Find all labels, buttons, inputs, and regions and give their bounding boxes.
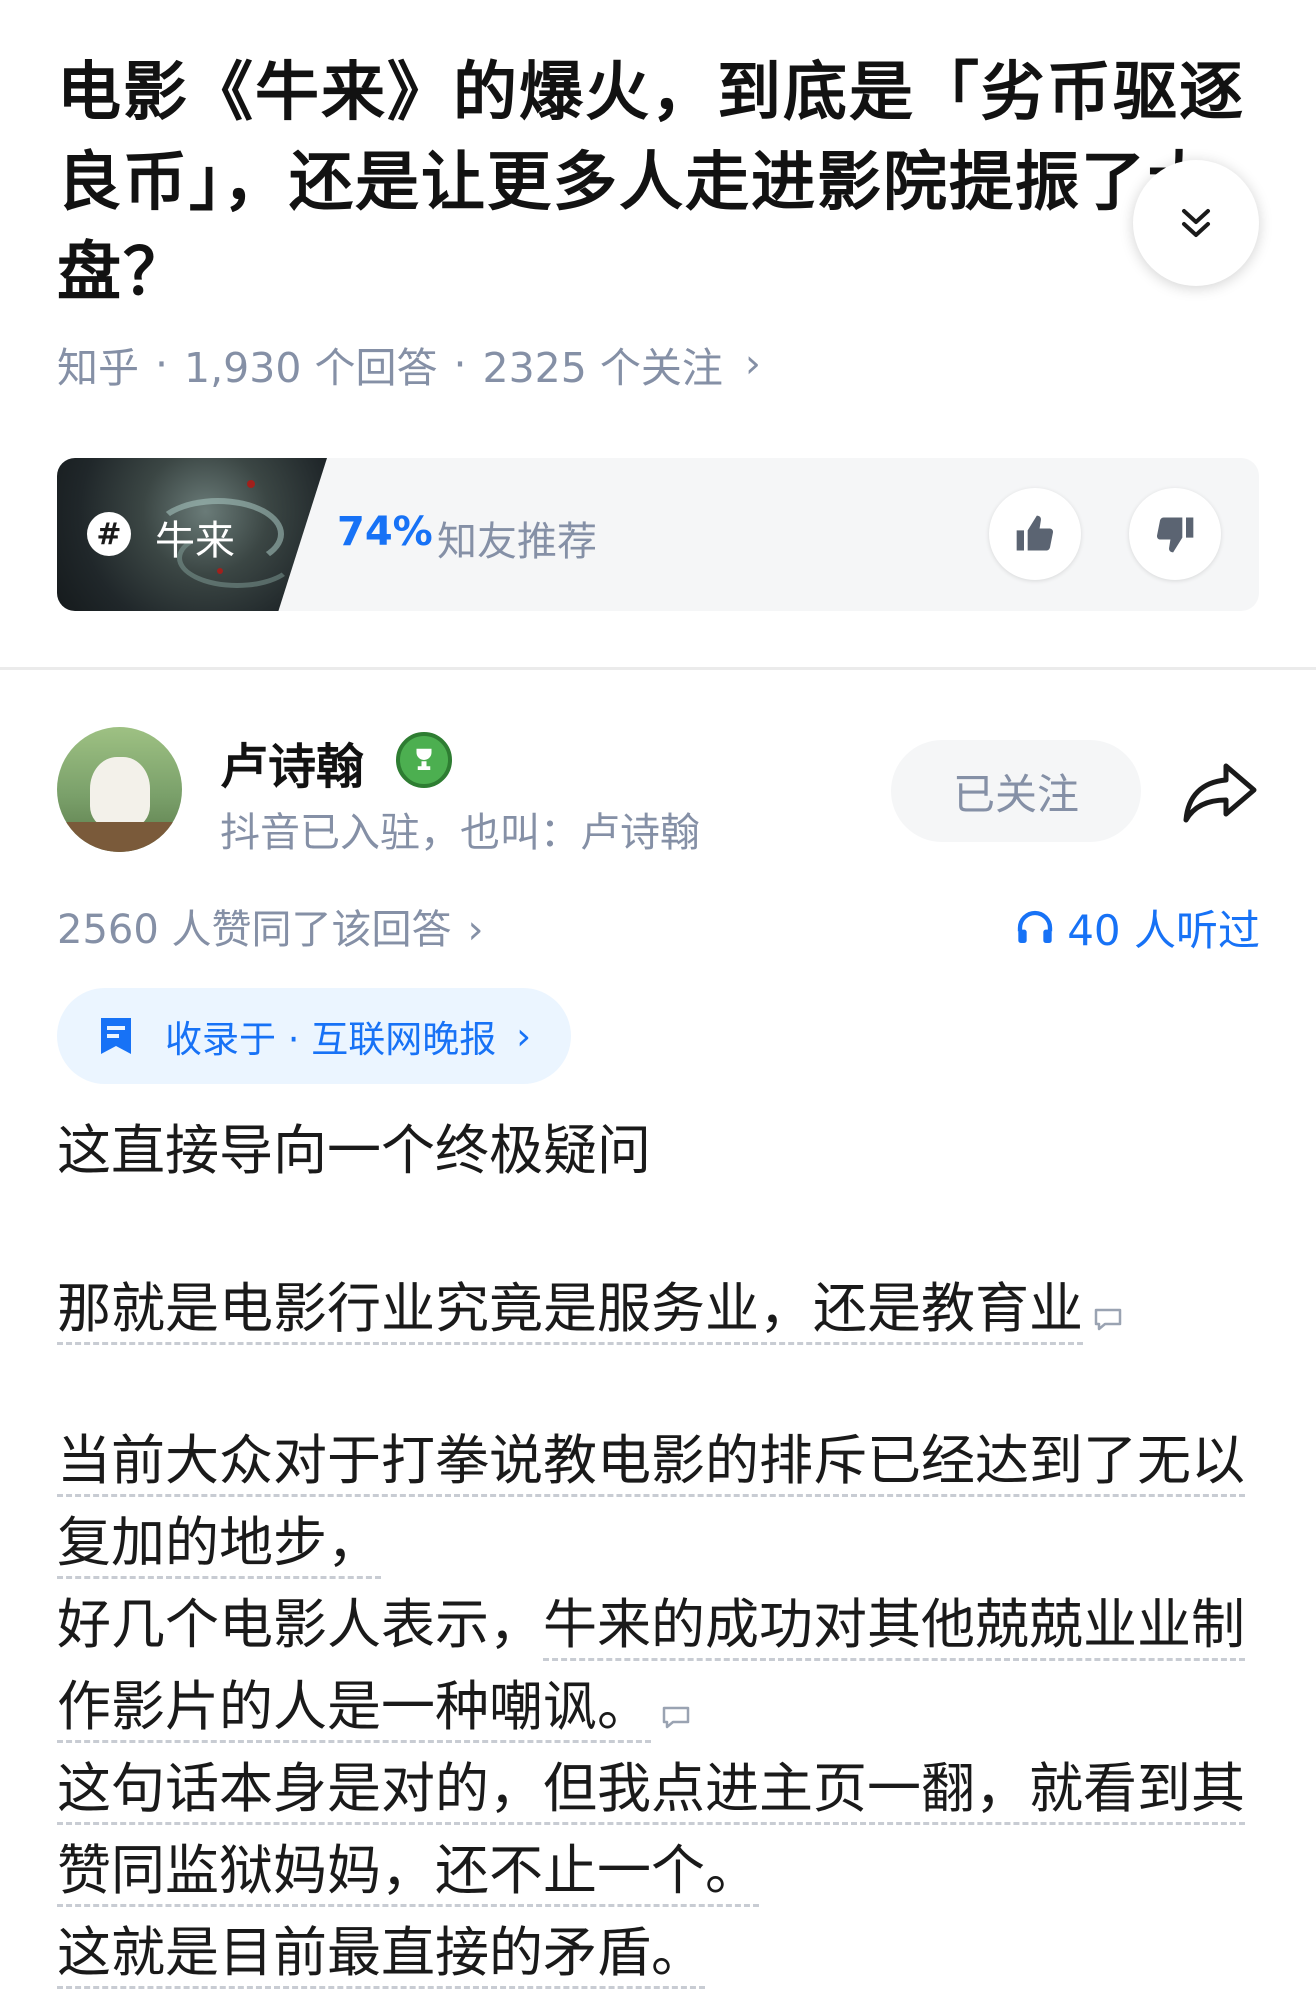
chevron-right-icon: › (744, 341, 761, 387)
topic-cover-image: # 牛来 (57, 458, 327, 611)
separator-dot: · (155, 340, 169, 388)
answer-paragraph: 当前大众对于打拳说教电影的排斥已经达到了无以复加的地步， 好几个电影人表示，牛来… (57, 1420, 1267, 1994)
trophy-badge-icon (396, 732, 452, 788)
recommend-label: 知友推荐 (437, 519, 597, 565)
topic-name: 牛来 (155, 518, 235, 564)
source-label: 知乎 (57, 344, 139, 392)
collection-chip[interactable]: 收录于 · 互联网晚报 › (57, 988, 572, 1084)
separator-dot: · (453, 340, 467, 388)
share-button[interactable] (1180, 760, 1260, 826)
annotated-text[interactable]: 那就是电影行业究竟是服务业，还是教育业 (57, 1277, 1083, 1345)
follow-button[interactable]: 已关注 (891, 740, 1141, 842)
thumb-down-button[interactable] (1129, 488, 1221, 580)
listen-count[interactable]: 40 人听过 (1015, 897, 1260, 958)
chevron-right-icon: › (516, 1014, 532, 1058)
recommend-percent: 74% (337, 509, 433, 555)
listen-text: 40 人听过 (1067, 906, 1260, 955)
thumb-up-button[interactable] (989, 488, 1081, 580)
question-meta[interactable]: 知乎 · 1,930 个回答 · 2325 个关注 › (57, 334, 761, 394)
comment-icon[interactable] (661, 1705, 691, 1729)
author-description: 抖音已入驻，也叫：卢诗翰 (220, 810, 700, 856)
answer-paragraph: 那就是电影行业究竟是服务业，还是教育业 (57, 1268, 1267, 1350)
share-icon (1183, 763, 1257, 823)
upvote-text: 2560 人赞同了该回答 (57, 907, 452, 953)
bookmark-icon (101, 1018, 131, 1054)
annotated-text[interactable]: 这就是目前最直接的矛盾。 (57, 1921, 705, 1989)
section-divider (0, 667, 1316, 670)
question-title[interactable]: 电影《牛来》的爆火，到底是「劣币驱逐良币」，还是让更多人走进影院提振了大盘？ (57, 48, 1257, 318)
avatar[interactable] (57, 727, 182, 852)
plain-text: 好几个电影人表示， (57, 1593, 543, 1656)
annotated-text[interactable]: 当前大众对于打拳说教电影的排斥已经达到了无以复加的地步， (57, 1429, 1245, 1579)
upvote-count[interactable]: 2560 人赞同了该回答 › (57, 897, 484, 955)
answer-paragraph: 这直接导向一个终极疑问 (57, 1119, 651, 1182)
follower-count: 2325 个关注 (482, 344, 723, 392)
annotated-text[interactable]: 这句话本身是对的，但我点进主页一翻，就看到其赞同监狱妈妈，还不止一个。 (57, 1757, 1245, 1907)
topic-card[interactable]: # 牛来 74% 知友推荐 (57, 458, 1259, 611)
hashtag-icon: # (87, 512, 131, 556)
double-chevron-down-icon (1182, 209, 1210, 237)
author-name[interactable]: 卢诗翰 (220, 727, 364, 797)
headphones-icon (1018, 910, 1053, 943)
collection-label: 收录于 · 互联网晚报 (165, 1018, 497, 1061)
chevron-right-icon: › (467, 907, 484, 953)
comment-icon[interactable] (1093, 1307, 1123, 1331)
thumb-up-icon (1016, 515, 1054, 551)
thumb-down-icon (1156, 517, 1194, 553)
answer-count: 1,930 个回答 (184, 344, 438, 392)
collapse-button[interactable] (1133, 160, 1259, 286)
